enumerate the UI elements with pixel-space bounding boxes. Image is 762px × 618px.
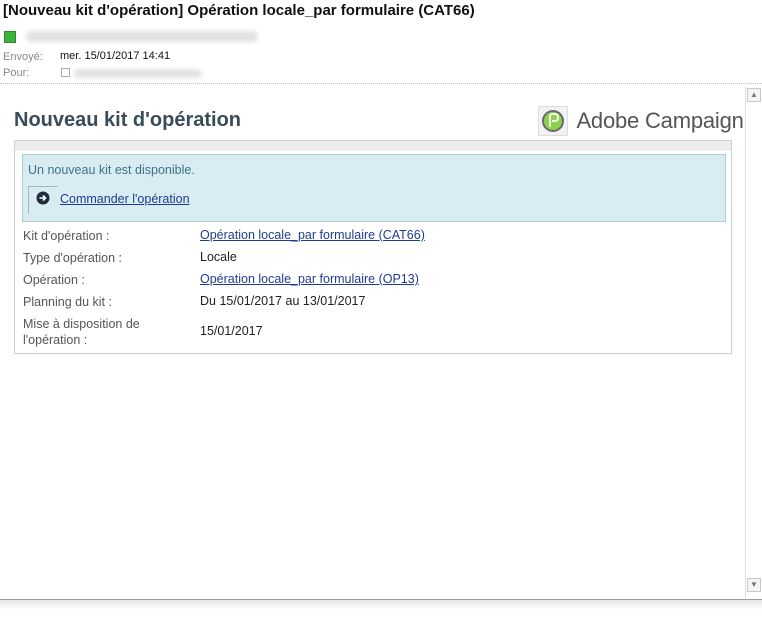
kit-card-header-bar	[15, 141, 731, 150]
order-operation-link[interactable]: Commander l'opération	[60, 192, 190, 206]
operation-label: Opération :	[23, 273, 85, 287]
recipient-checkbox[interactable]	[61, 68, 70, 77]
adobe-campaign-logo-icon	[538, 106, 568, 136]
kit-planning-value: Du 15/01/2017 au 13/01/2017	[200, 294, 366, 308]
availability-label: Mise à disposition de l'opération :	[23, 317, 140, 347]
recipient-address-redacted	[74, 69, 202, 78]
presence-status-icon	[4, 30, 16, 43]
adobe-campaign-logo: Adobe Campaign	[538, 106, 744, 138]
kit-planning-label: Planning du kit :	[23, 295, 112, 309]
vertical-scrollbar[interactable]	[745, 86, 761, 598]
operation-type-value: Locale	[200, 250, 237, 264]
operation-type-label: Type d'opération :	[23, 251, 122, 265]
kit-label: Kit d'opération :	[23, 229, 110, 243]
logo-text: Adobe Campaign	[576, 108, 744, 133]
kit-link[interactable]: Opération locale_par formulaire (CAT66)	[200, 228, 425, 242]
sender-address-redacted	[26, 31, 259, 43]
scroll-up-arrow-icon[interactable]: ▲	[747, 88, 761, 102]
notice-text: Un nouveau kit est disponible.	[28, 163, 195, 177]
email-subject: [Nouveau kit d'opération] Opération loca…	[3, 2, 475, 19]
page-title: Nouveau kit d'opération	[14, 109, 242, 131]
header-separator	[0, 83, 762, 84]
operation-link[interactable]: Opération locale_par formulaire (OP13)	[200, 272, 419, 286]
scroll-down-arrow-icon[interactable]: ▼	[747, 578, 761, 592]
to-label: Pour:	[3, 67, 30, 79]
sent-label: Envoyé:	[3, 51, 43, 63]
arrow-right-circle-icon[interactable]	[36, 191, 50, 205]
availability-value: 15/01/2017	[200, 324, 263, 338]
sent-value: mer. 15/01/2017 14:41	[60, 50, 171, 62]
frame-shadow	[0, 600, 762, 610]
sender-row	[4, 28, 259, 43]
